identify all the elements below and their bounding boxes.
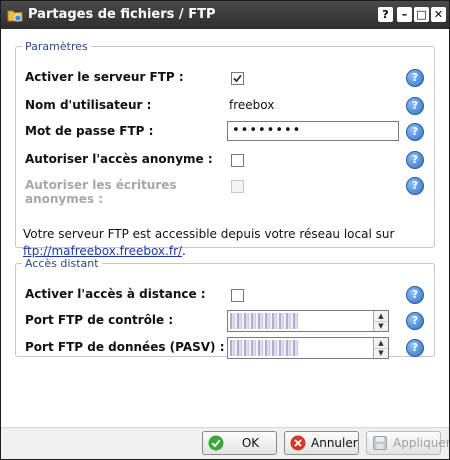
ecritures-anonymes-checkbox: [231, 180, 244, 193]
dialog-content: Paramètres Activer le serveur FTP : ? No…: [1, 29, 449, 427]
parametres-group: Paramètres Activer le serveur FTP : ? No…: [15, 40, 435, 258]
port-controle-label: Port FTP de contrôle :: [25, 313, 174, 327]
nom-utilisateur-value: freebox: [229, 98, 275, 112]
info-text: Votre serveur FTP est accessible depuis …: [23, 227, 395, 241]
help-icon[interactable]: ?: [406, 69, 424, 87]
window-title: Partages de fichiers / FTP: [28, 7, 216, 22]
activer-ftp-row: Activer le serveur FTP : ?: [16, 67, 434, 89]
acces-anonyme-checkbox[interactable]: [231, 154, 244, 167]
mot-de-passe-label: Mot de passe FTP :: [25, 124, 154, 138]
close-button[interactable]: ✕: [431, 7, 446, 22]
ftp-info-text: Votre serveur FTP est accessible depuis …: [23, 226, 403, 260]
help-icon[interactable]: ?: [406, 286, 424, 304]
save-disk-icon: [373, 436, 387, 450]
acces-distant-group: Accès distant Activer l'accès à distance…: [15, 257, 435, 359]
annuler-label: Annuler: [311, 436, 358, 450]
ecritures-anonymes-label-line2: anonymes :: [25, 192, 104, 206]
port-donnees-label: Port FTP de données (PASV) :: [25, 340, 225, 354]
stepper-buttons: ▲ ▼: [373, 311, 388, 331]
stepper-down-icon[interactable]: ▼: [374, 321, 388, 331]
activer-distance-label: Activer l'accès à distance :: [25, 287, 206, 301]
ecritures-anonymes-label: Autoriser les écritures anonymes :: [25, 178, 177, 206]
button-bar: OK Annuler Appliquer: [1, 427, 450, 459]
port-controle-row: Port FTP de contrôle : ▲ ▼ ?: [16, 310, 434, 332]
nom-utilisateur-label: Nom d'utilisateur :: [25, 98, 152, 112]
ftp-link[interactable]: ftp://mafreebox.freebox.fr/: [23, 244, 182, 258]
acces-distant-legend: Accès distant: [25, 257, 99, 270]
port-donnees-stepper[interactable]: ▲ ▼: [227, 337, 389, 359]
acces-anonyme-row: Autoriser l'accès anonyme : ?: [16, 149, 434, 171]
ftp-settings-window: Partages de fichiers / FTP ? – □ ✕ Param…: [0, 0, 450, 460]
activer-ftp-label: Activer le serveur FTP :: [25, 70, 184, 84]
stepper-buttons: ▲ ▼: [373, 338, 388, 358]
parametres-legend: Paramètres: [25, 40, 88, 53]
annuler-button[interactable]: Annuler: [284, 431, 359, 455]
stepper-down-icon[interactable]: ▼: [374, 348, 388, 358]
maximize-button[interactable]: □: [414, 7, 429, 22]
activer-distance-row: Activer l'accès à distance : ?: [16, 284, 434, 306]
info-suffix: .: [182, 244, 186, 258]
folder-share-icon: [7, 10, 23, 22]
appliquer-label: Appliquer: [393, 436, 450, 450]
ok-label: OK: [241, 436, 260, 450]
port-controle-stepper[interactable]: ▲ ▼: [227, 310, 389, 332]
port-donnees-row: Port FTP de données (PASV) : ▲ ▼ ?: [16, 337, 434, 359]
nom-utilisateur-row: Nom d'utilisateur : freebox ?: [16, 95, 434, 117]
help-icon[interactable]: ?: [406, 97, 424, 115]
redacted-value: [230, 340, 298, 356]
appliquer-button: Appliquer: [366, 431, 450, 455]
activer-distance-checkbox[interactable]: [231, 289, 244, 302]
ecritures-anonymes-label-line1: Autoriser les écritures: [25, 178, 177, 192]
ecritures-anonymes-row: Autoriser les écritures anonymes : ?: [16, 175, 434, 207]
mot-de-passe-row: Mot de passe FTP : •••••••• ?: [16, 121, 434, 143]
minimize-button[interactable]: –: [397, 7, 412, 22]
help-icon[interactable]: ?: [406, 151, 424, 169]
title-bar[interactable]: Partages de fichiers / FTP ? – □ ✕: [1, 1, 449, 29]
help-icon[interactable]: ?: [406, 177, 424, 195]
check-circle-icon: [208, 435, 224, 451]
checkmark-icon: [233, 74, 242, 83]
help-icon[interactable]: ?: [406, 312, 424, 330]
acces-anonyme-label: Autoriser l'accès anonyme :: [25, 152, 213, 166]
cancel-circle-icon: [290, 435, 306, 451]
help-title-button[interactable]: ?: [378, 7, 393, 22]
help-icon[interactable]: ?: [406, 339, 424, 357]
help-icon[interactable]: ?: [406, 123, 424, 141]
ok-button[interactable]: OK: [202, 431, 277, 455]
mot-de-passe-input[interactable]: ••••••••: [227, 121, 399, 141]
activer-ftp-checkbox[interactable]: [231, 72, 244, 85]
redacted-value: [230, 313, 298, 329]
